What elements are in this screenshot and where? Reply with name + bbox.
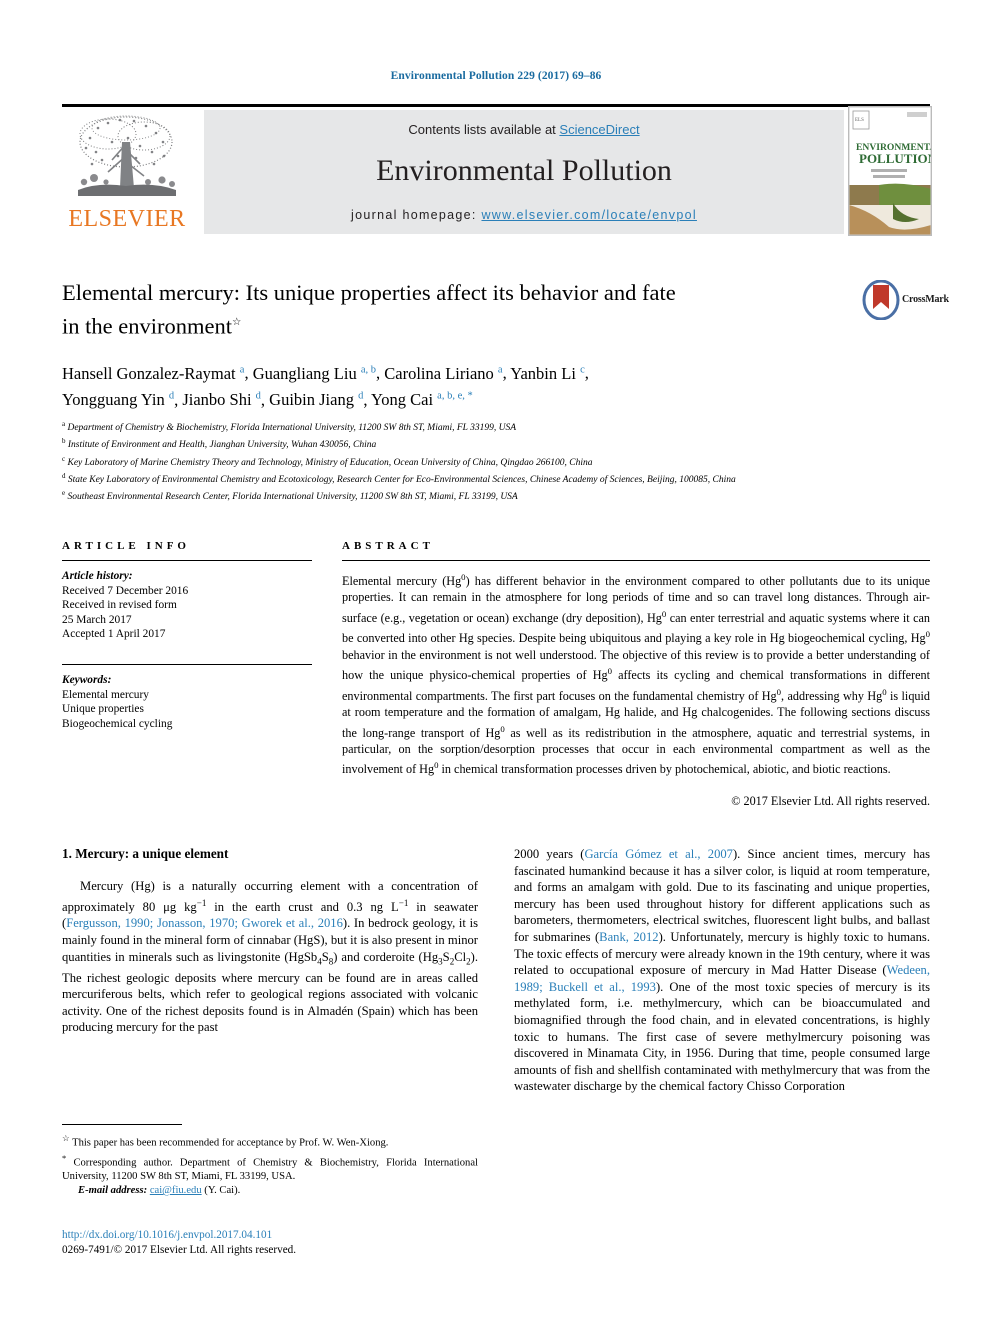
sciencedirect-link[interactable]: ScienceDirect <box>559 122 639 137</box>
citation-link[interactable]: Wedeen, 1989; Buckell et al., 1993 <box>514 963 930 994</box>
journal-masthead: ELSEVIER Contents lists available at Sci… <box>62 104 932 236</box>
abstract-rule <box>342 560 930 561</box>
article-first-page: Environmental Pollution 229 (2017) 69–86 <box>0 0 992 1323</box>
footnote-rule <box>62 1124 182 1125</box>
history-line-3: 25 March 2017 <box>62 613 132 626</box>
svg-text:ELS: ELS <box>855 118 864 123</box>
affiliation-d: d State Key Laboratory of Environmental … <box>62 470 942 487</box>
history-line-2: Received in revised form <box>62 599 177 612</box>
author-7: Guibin Jiang d <box>269 390 364 409</box>
crossmark-label: CrossMark <box>902 294 949 305</box>
email-address-label: E-mail address: <box>78 1185 148 1197</box>
article-title-line2: in the environment <box>62 313 232 339</box>
abstract-copyright: © 2017 Elsevier Ltd. All rights reserved… <box>731 793 930 808</box>
running-head: Environmental Pollution 229 (2017) 69–86 <box>390 70 602 82</box>
author-5: Yongguang Yin d <box>62 390 175 409</box>
affiliation-list: a Department of Chemistry & Biochemistry… <box>62 418 942 505</box>
affiliation-e-mark: e <box>62 489 66 498</box>
footnote-star: ☆ This paper has been recommended for ac… <box>62 1131 478 1151</box>
author-4: Yanbin Li c <box>510 363 585 383</box>
journal-cover-thumbnail[interactable]: ELS ENVIRONMENTAL POLLUTION <box>848 106 932 236</box>
contents-prefix: Contents lists available at <box>408 122 560 137</box>
affiliation-a-mark: a <box>62 420 66 428</box>
affiliation-e: e Southeast Environmental Research Cente… <box>62 487 942 504</box>
author-list: Hansell Gonzalez-Raymat a, Guangliang Li… <box>62 363 589 410</box>
paragraph-left-1: Mercury (Hg) is a naturally occurring el… <box>62 879 479 1035</box>
article-info-heading: ARTICLE INFO <box>62 540 190 552</box>
journal-homepage-line: journal homepage: www.elsevier.com/locat… <box>204 208 844 222</box>
section-1-heading: 1. Mercury: a unique element <box>62 846 229 861</box>
author-8-affil-marks: a, b, e, * <box>437 390 473 402</box>
keyword-2: Unique properties <box>62 703 144 716</box>
contents-available-line: Contents lists available at ScienceDirec… <box>204 122 844 137</box>
keyword-3: Biogeochemical cycling <box>62 717 173 730</box>
citation-link[interactable]: Fergusson, 1990; Jonasson, 1970; Gworek … <box>66 916 343 930</box>
title-block: Elemental mercury: Its unique properties… <box>62 278 852 342</box>
affiliation-a-text: Department of Chemistry & Biochemistry, … <box>67 423 517 434</box>
masthead-top-rule <box>62 104 930 107</box>
footnote-star-mark: ☆ <box>62 1133 70 1143</box>
body-column-right: 2000 years (García Gómez et al., 2007). … <box>514 846 930 1095</box>
history-line-1: Received 7 December 2016 <box>62 584 189 597</box>
author-8: Yong Cai a, b, e, * <box>370 390 473 409</box>
journal-title: Environmental Pollution <box>376 154 672 187</box>
elsevier-tree-icon <box>78 115 176 196</box>
keywords-label: Keywords: <box>62 673 112 686</box>
footnote-block: ☆ This paper has been recommended for ac… <box>62 1124 478 1198</box>
author-6: Jianbo Shi d <box>182 390 261 409</box>
issn-copyright-line: 0269-7491/© 2017 Elsevier Ltd. All right… <box>62 1244 297 1256</box>
article-title-line1: Elemental mercury: Its unique properties… <box>62 280 676 305</box>
affiliation-b-mark: b <box>62 437 66 446</box>
citation-link[interactable]: García Gómez et al., 2007 <box>584 847 733 861</box>
journal-cover-image: ELS ENVIRONMENTAL POLLUTION <box>849 107 931 235</box>
affiliation-c-mark: c <box>62 454 66 463</box>
footnote-corr-mark: * <box>62 1152 67 1163</box>
article-history: Article history: Received 7 December 201… <box>62 569 312 642</box>
keywords-block: Keywords: Elemental mercury Unique prope… <box>62 673 312 731</box>
author-2-affil-marks: a, b <box>360 364 377 375</box>
footnote-corresponding: * Corresponding author. Department of Ch… <box>62 1151 478 1185</box>
elsevier-wordmark: ELSEVIER <box>68 206 186 232</box>
crossmark-badge[interactable]: CrossMark <box>862 279 949 322</box>
keyword-1: Elemental mercury <box>62 688 149 701</box>
article-info-block: ARTICLE INFO Article history: Received 7… <box>62 540 312 731</box>
article-history-label: Article history: <box>62 570 133 582</box>
affiliation-b: b Institute of Environment and Health, J… <box>62 435 942 452</box>
body-column-left: 1. Mercury: a unique element Mercury (Hg… <box>62 846 478 1036</box>
affiliation-e-text: Southeast Environmental Research Center,… <box>67 492 518 503</box>
article-info-rule <box>62 560 312 561</box>
affiliation-d-mark: d <box>62 472 66 481</box>
crossmark-icon <box>862 279 900 321</box>
svg-text:POLLUTION: POLLUTION <box>859 151 931 166</box>
paragraph-right-1: 2000 years (García Gómez et al., 2007). … <box>514 847 931 1094</box>
email-link[interactable]: cai@fiu.edu <box>150 1185 202 1196</box>
masthead-banner: Contents lists available at ScienceDirec… <box>204 110 844 234</box>
affiliation-c: c Key Laboratory of Marine Chemistry The… <box>62 453 942 470</box>
footnote-star-text: This paper has been recommended for acce… <box>72 1137 389 1149</box>
footnote-corr-text: Corresponding author. Department of Chem… <box>62 1157 478 1183</box>
footnote-email-line: E-mail address: cai@fiu.edu (Y. Cai). <box>62 1184 478 1198</box>
title-footnote-mark: ☆ <box>231 317 242 328</box>
citation-link[interactable]: Bank, 2012 <box>599 930 658 944</box>
abstract-text: Elemental mercury (Hg0) has different be… <box>342 572 931 777</box>
affiliation-a: a Department of Chemistry & Biochemistry… <box>62 418 942 435</box>
affiliation-c-text: Key Laboratory of Marine Chemistry Theor… <box>67 457 593 468</box>
author-2: Guangliang Liu a, b <box>252 363 377 383</box>
homepage-prefix: journal homepage: <box>351 208 482 222</box>
author-3: Carolina Liriano a <box>384 363 503 383</box>
affiliation-b-text: Institute of Environment and Health, Jia… <box>67 440 377 451</box>
keywords-rule <box>62 663 312 665</box>
journal-homepage-link[interactable]: www.elsevier.com/locate/envpol <box>481 208 696 222</box>
author-1: Hansell Gonzalez-Raymat a <box>62 363 245 383</box>
affiliation-d-text: State Key Laboratory of Environmental Ch… <box>67 475 736 486</box>
abstract-heading: ABSTRACT <box>342 540 434 552</box>
elsevier-logo: ELSEVIER <box>62 110 192 234</box>
email-owner: (Y. Cai). <box>204 1185 241 1197</box>
footer-block: http://dx.doi.org/10.1016/j.envpol.2017.… <box>62 1228 478 1258</box>
doi-link[interactable]: http://dx.doi.org/10.1016/j.envpol.2017.… <box>62 1228 478 1243</box>
history-line-4: Accepted 1 April 2017 <box>62 628 166 641</box>
abstract-block: ABSTRACT Elemental mercury (Hg0) has dif… <box>342 540 930 809</box>
page-title: Elemental mercury: Its unique properties… <box>62 278 852 342</box>
